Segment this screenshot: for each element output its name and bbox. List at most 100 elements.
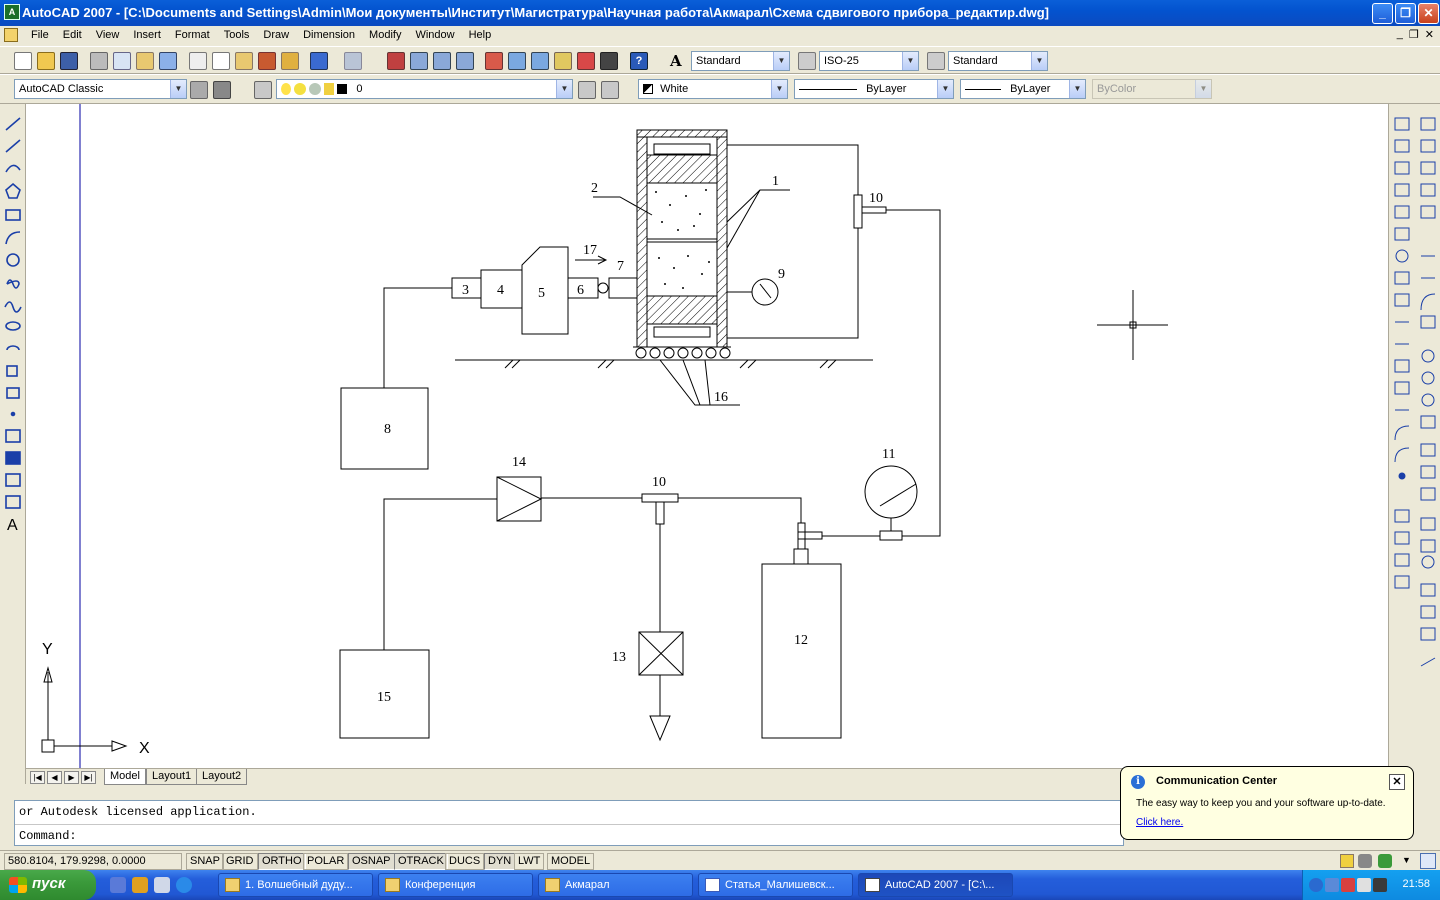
quick-dim-icon[interactable] <box>1420 315 1436 329</box>
sheet-set-icon[interactable] <box>554 52 572 70</box>
layer-previous-icon[interactable] <box>601 81 619 99</box>
dim-linear-icon[interactable] <box>1420 117 1436 131</box>
stretch-icon[interactable] <box>1394 293 1410 307</box>
pan-realtime-icon[interactable] <box>387 52 405 70</box>
dyn-toggle[interactable]: DYN <box>484 853 516 870</box>
doc-minimize-button[interactable]: _ <box>1397 28 1403 41</box>
fillet-icon[interactable] <box>1394 425 1410 441</box>
dim-arc-length-icon[interactable] <box>1420 161 1436 175</box>
task-folder-akmaral[interactable]: Акмарал <box>538 873 693 897</box>
close-button[interactable]: ✕ <box>1418 3 1439 24</box>
erase-icon[interactable] <box>1394 117 1410 131</box>
quicklaunch-ie-icon[interactable] <box>176 877 192 893</box>
color-select[interactable]: White ▼ <box>638 79 788 99</box>
dimension-style-icon[interactable] <box>798 52 816 70</box>
maximize-button[interactable]: ❐ <box>1395 3 1416 24</box>
rectangle-icon[interactable] <box>5 209 21 221</box>
drawing-canvas[interactable]: 1 2 3 4 5 6 7 8 9 10 10 11 12 13 14 15 1… <box>26 104 1388 768</box>
open-icon[interactable] <box>37 52 55 70</box>
linetype-select[interactable]: ByLayer ▼ <box>794 79 954 99</box>
document-icon[interactable] <box>4 28 18 42</box>
dim-edit-icon[interactable] <box>1420 465 1436 479</box>
command-line[interactable]: or Autodesk licensed application. Comman… <box>14 800 1124 846</box>
draworder-icon[interactable] <box>1398 472 1406 480</box>
circle-icon[interactable] <box>6 253 20 267</box>
bring-above-icon[interactable] <box>1394 553 1410 567</box>
tray-clock[interactable]: 21:58 <box>1402 878 1430 890</box>
next-tab-button[interactable]: ▶ <box>64 771 79 784</box>
autocad-app-icon[interactable]: A <box>4 4 20 20</box>
table-style-select[interactable]: Standard ▼ <box>948 51 1048 71</box>
model-toggle[interactable]: MODEL <box>547 853 595 870</box>
lock-icon[interactable] <box>1358 854 1372 868</box>
break-icon[interactable] <box>1394 359 1410 373</box>
minimize-button[interactable]: _ <box>1372 3 1393 24</box>
table-icon[interactable] <box>5 495 21 509</box>
copy-icon[interactable] <box>212 52 230 70</box>
balloon-link[interactable]: Click here. <box>1136 817 1183 828</box>
explode-icon[interactable] <box>1394 447 1410 463</box>
revision-cloud-icon[interactable] <box>6 279 20 289</box>
dim-text-edit-icon[interactable] <box>1420 487 1436 501</box>
match-properties-icon[interactable] <box>258 52 276 70</box>
new-icon[interactable] <box>14 52 32 70</box>
ducs-toggle[interactable]: DUCS <box>445 853 485 870</box>
communication-center-icon[interactable] <box>1340 854 1354 868</box>
insert-block-icon[interactable] <box>6 365 18 377</box>
markup-set-icon[interactable] <box>577 52 595 70</box>
menu-dimension[interactable]: Dimension <box>296 29 362 41</box>
gradient-icon[interactable] <box>5 451 21 465</box>
quicklaunch-app-icon[interactable] <box>132 877 148 893</box>
dim-style-select[interactable]: ISO-25 ▼ <box>819 51 919 71</box>
lightbulb-icon[interactable] <box>281 83 291 96</box>
dim-baseline-icon[interactable] <box>1421 349 1435 363</box>
menu-format[interactable]: Format <box>168 29 217 41</box>
lock-icon[interactable] <box>324 83 335 96</box>
3d-dwf-icon[interactable] <box>159 52 177 70</box>
point-icon[interactable] <box>10 411 16 417</box>
freeze-viewport-icon[interactable] <box>309 83 322 96</box>
block-editor-icon[interactable] <box>281 52 299 70</box>
text-icon[interactable] <box>1421 555 1435 569</box>
send-under-icon[interactable] <box>1394 575 1410 589</box>
center-mark-icon[interactable] <box>1420 443 1436 457</box>
redo-icon[interactable] <box>344 52 362 70</box>
menu-file[interactable]: File <box>24 29 56 41</box>
prev-tab-button[interactable]: ◀ <box>47 771 62 784</box>
dim-style-icon[interactable] <box>1420 539 1436 553</box>
dim-ordinate-icon[interactable] <box>1420 183 1436 197</box>
save-icon[interactable] <box>60 52 78 70</box>
workspace-settings-icon[interactable] <box>190 81 208 99</box>
menu-draw[interactable]: Draw <box>256 29 296 41</box>
rotate-icon[interactable] <box>1395 249 1409 263</box>
properties-icon[interactable] <box>485 52 503 70</box>
doc-close-button[interactable]: ✕ <box>1425 28 1434 41</box>
move-icon[interactable] <box>1394 227 1410 241</box>
join-icon[interactable] <box>1394 381 1410 395</box>
justify-text-icon[interactable] <box>1420 657 1436 667</box>
clean-screen-icon[interactable] <box>1378 854 1392 868</box>
design-center-icon[interactable] <box>508 52 526 70</box>
cut-icon[interactable] <box>189 52 207 70</box>
dim-aligned-icon[interactable] <box>1420 139 1436 153</box>
tray-display-icon[interactable] <box>1373 878 1387 892</box>
text-style-icon[interactable]: A <box>670 52 688 70</box>
undo-icon[interactable] <box>310 52 328 70</box>
ellipse-arc-icon[interactable] <box>6 345 20 351</box>
lineweight-select[interactable]: ByLayer ▼ <box>960 79 1086 99</box>
arc-icon[interactable] <box>5 231 21 245</box>
text-style-select[interactable]: Standard ▼ <box>691 51 790 71</box>
task-word-document[interactable]: Статья_Малишевск... <box>698 873 853 897</box>
tray-antivirus-icon[interactable] <box>1357 878 1371 892</box>
coordinate-display[interactable]: 580.8104, 179.9298, 0.0000 <box>4 853 182 870</box>
quicklaunch-word-icon[interactable] <box>110 877 126 893</box>
menu-help[interactable]: Help <box>462 29 499 41</box>
hatch-icon[interactable] <box>5 429 21 443</box>
layer-properties-icon[interactable] <box>254 81 272 99</box>
tray-network-icon[interactable] <box>1325 878 1339 892</box>
tab-layout2[interactable]: Layout2 <box>196 769 248 785</box>
help-icon[interactable]: ? <box>630 52 648 70</box>
copy-object-icon[interactable] <box>1394 139 1410 153</box>
quickcalc-icon[interactable] <box>600 52 618 70</box>
polyline-icon[interactable] <box>5 164 21 173</box>
